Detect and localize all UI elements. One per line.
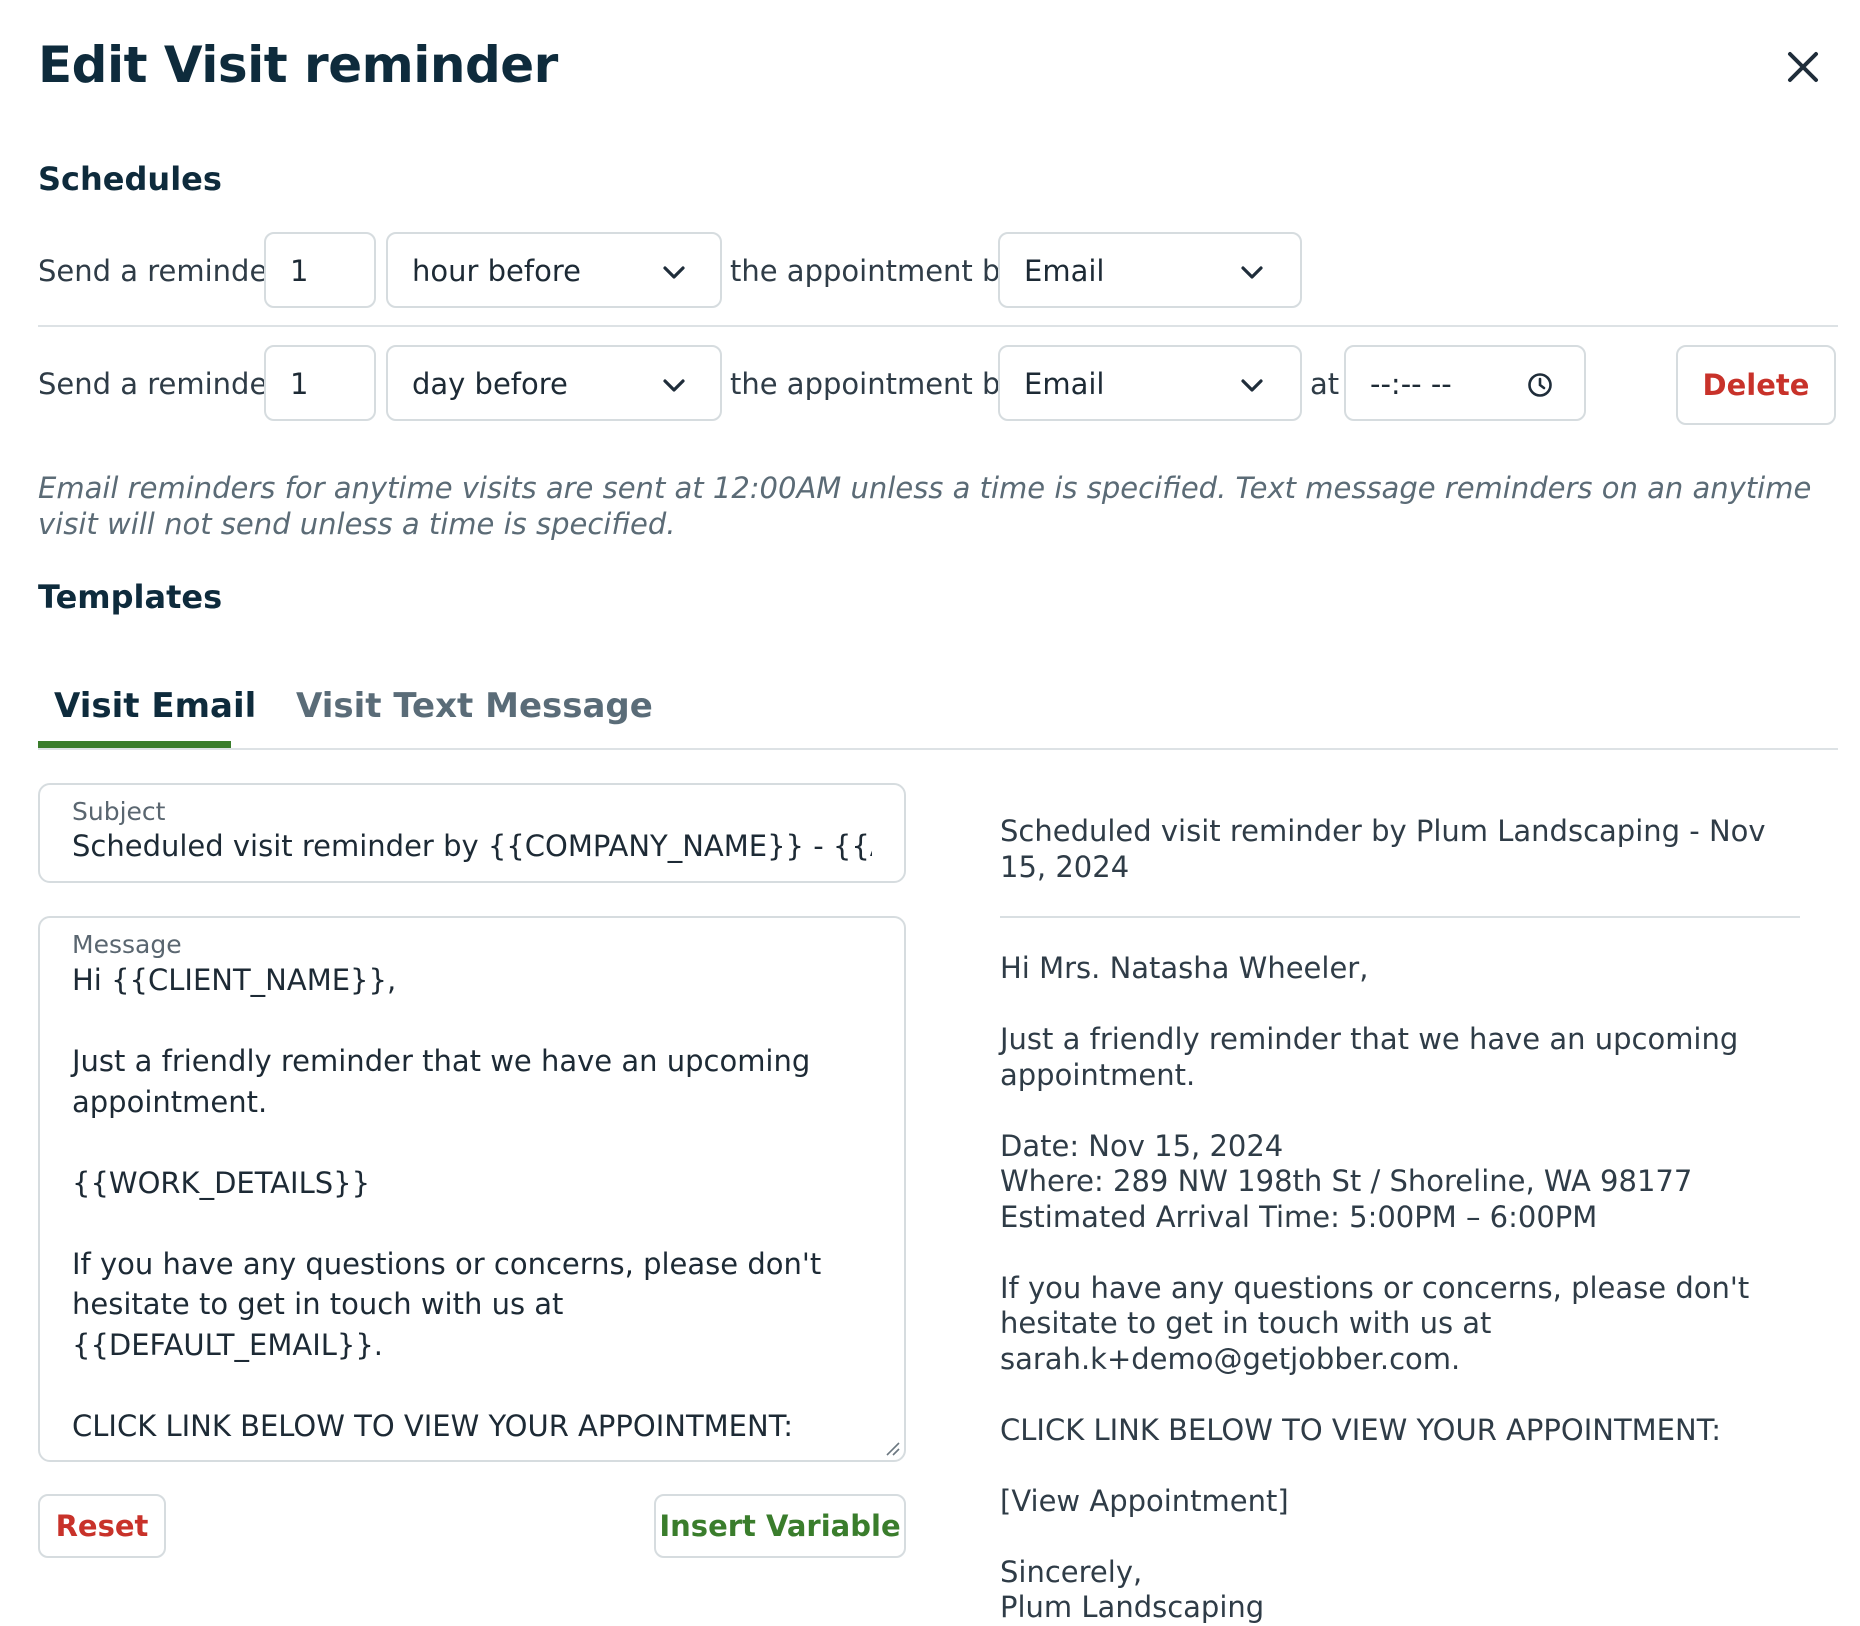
- chevron-down-icon: [663, 266, 685, 279]
- appointment-by-label: the appointment by: [730, 367, 1018, 401]
- preview-subject: Scheduled visit reminder by Plum Landsca…: [1000, 814, 1766, 884]
- reminder-time-value: --:-- --: [1370, 367, 1452, 401]
- reminder-amount-value: 1: [290, 254, 309, 288]
- edit-reminder-dialog: Edit Visit reminder Schedules Send a rem…: [0, 0, 1860, 1624]
- message-textarea[interactable]: Hi {{CLIENT_NAME}}, Just a friendly remi…: [72, 960, 852, 1460]
- reminder-unit-value: hour before: [412, 254, 581, 288]
- tabs-divider: [38, 748, 1838, 750]
- subject-label: Subject: [72, 797, 166, 826]
- reminder-amount-value: 1: [290, 367, 309, 401]
- message-label: Message: [72, 930, 182, 959]
- templates-heading: Templates: [38, 578, 223, 616]
- reminder-unit-select[interactable]: hour before: [386, 232, 722, 308]
- reset-button[interactable]: Reset: [38, 1494, 166, 1558]
- chevron-down-icon: [663, 379, 685, 392]
- reminder-method-value: Email: [1024, 254, 1105, 288]
- schedule-divider: [38, 325, 1838, 327]
- message-field[interactable]: Message Hi {{CLIENT_NAME}}, Just a frien…: [38, 916, 906, 1462]
- close-icon: [1788, 52, 1818, 82]
- schedule-note: Email reminders for anytime visits are s…: [38, 471, 1812, 541]
- chevron-down-icon: [1241, 379, 1263, 392]
- reminder-amount-input[interactable]: 1: [264, 345, 376, 421]
- schedule-row: Send a reminder 1 day before the appoint…: [38, 345, 1838, 425]
- schedules-heading: Schedules: [38, 160, 222, 198]
- at-label: at: [1310, 367, 1340, 401]
- reminder-amount-input[interactable]: 1: [264, 232, 376, 308]
- reminder-unit-select[interactable]: day before: [386, 345, 722, 421]
- reminder-method-value: Email: [1024, 367, 1105, 401]
- preview-body: Hi Mrs. Natasha Wheeler, Just a friendly…: [1000, 951, 1750, 1624]
- send-reminder-label: Send a reminder: [38, 367, 280, 401]
- chevron-down-icon: [1241, 266, 1263, 279]
- resize-handle-icon[interactable]: [884, 1440, 900, 1456]
- delete-schedule-button[interactable]: Delete: [1676, 345, 1836, 425]
- send-reminder-label: Send a reminder: [38, 254, 280, 288]
- subject-input[interactable]: Scheduled visit reminder by {{COMPANY_NA…: [72, 829, 872, 863]
- reminder-method-select[interactable]: Email: [998, 345, 1302, 421]
- clock-icon[interactable]: [1526, 371, 1554, 399]
- insert-variable-button[interactable]: Insert Variable: [654, 1494, 906, 1558]
- appointment-by-label: the appointment by: [730, 254, 1018, 288]
- reminder-unit-value: day before: [412, 367, 568, 401]
- preview-divider: [1000, 916, 1800, 918]
- tab-visit-email[interactable]: Visit Email: [54, 686, 256, 726]
- active-tab-indicator: [38, 741, 231, 748]
- reminder-time-input[interactable]: --:-- --: [1344, 345, 1586, 421]
- reminder-method-select[interactable]: Email: [998, 232, 1302, 308]
- close-button[interactable]: [1782, 46, 1824, 88]
- subject-field[interactable]: Subject Scheduled visit reminder by {{CO…: [38, 783, 906, 883]
- tab-visit-text-message[interactable]: Visit Text Message: [296, 686, 653, 726]
- schedule-row: Send a reminder 1 hour before the appoin…: [38, 232, 1838, 310]
- dialog-title: Edit Visit reminder: [38, 36, 558, 94]
